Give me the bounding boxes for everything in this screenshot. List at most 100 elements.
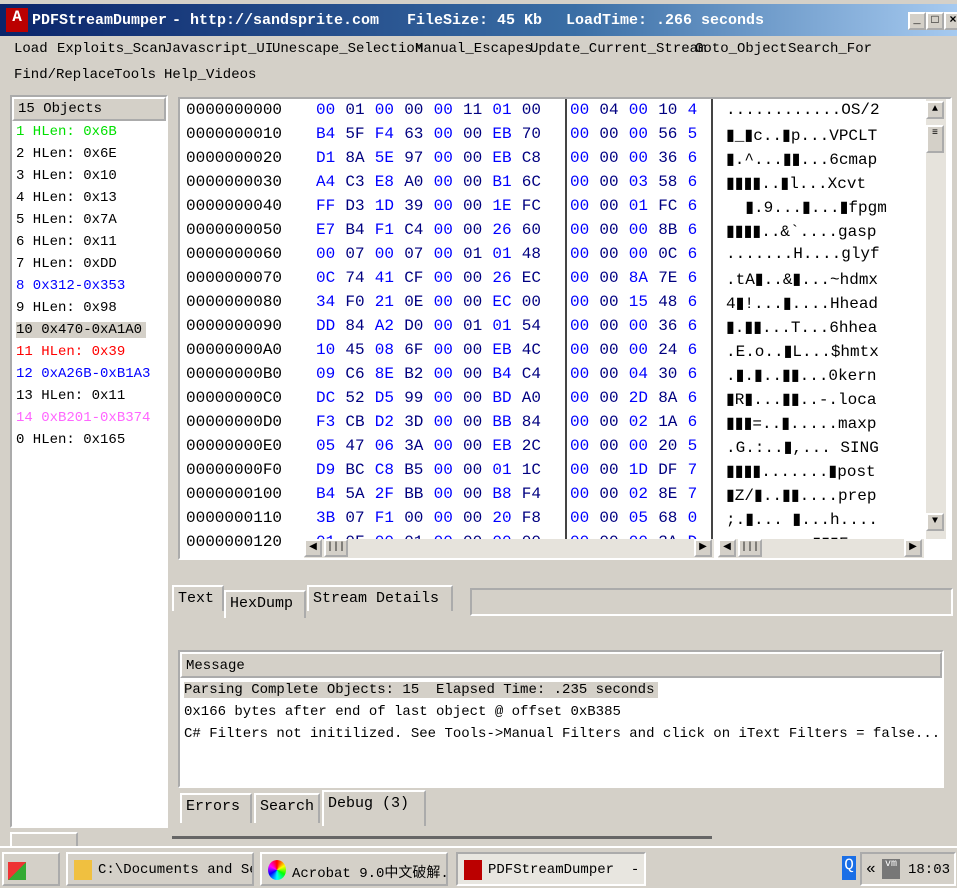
hex-byte[interactable]: 04 — [629, 365, 648, 383]
hex-byte[interactable]: 08 — [375, 341, 394, 359]
hex-byte[interactable]: 99 — [404, 389, 423, 407]
hex-byte[interactable]: 00 — [570, 269, 589, 287]
object-list-item[interactable]: 5 HLen: 0x7A — [16, 212, 117, 228]
hex-byte[interactable]: B4 — [316, 125, 335, 143]
hex-byte[interactable]: 70 — [522, 125, 541, 143]
hex-byte[interactable]: 11 — [463, 101, 482, 119]
hex-byte[interactable]: 00 — [629, 221, 648, 239]
tab-stream-details[interactable]: Stream Details — [307, 585, 453, 611]
hex-byte[interactable]: 8A — [629, 269, 648, 287]
hex-byte[interactable]: 30 — [658, 365, 677, 383]
hex-byte[interactable]: 00 — [434, 461, 453, 479]
hex-byte[interactable]: 00 — [599, 365, 618, 383]
hex-horizontal-scrollbar[interactable]: ◀ ||| ▶ — [304, 539, 714, 558]
hex-byte[interactable]: 00 — [599, 173, 618, 191]
hex-byte[interactable]: 8A — [345, 149, 364, 167]
ascii-text[interactable]: .E.o..▮L...$hmtx — [726, 341, 879, 361]
hex-byte[interactable]: D2 — [375, 413, 394, 431]
menu-unescape-selection[interactable]: Unescape_Selection — [272, 41, 423, 57]
hex-byte[interactable]: 00 — [434, 341, 453, 359]
menu-tools[interactable]: Tools — [114, 67, 156, 83]
hex-byte[interactable]: 56 — [658, 125, 677, 143]
hex-byte[interactable]: 00 — [375, 101, 394, 119]
message-column-header[interactable]: Message — [180, 652, 942, 678]
hex-byte[interactable]: 0E — [404, 293, 423, 311]
object-list[interactable]: 15 Objects 1 HLen: 0x6B 2 HLen: 0x6E 3 HLe… — [10, 95, 168, 828]
hex-byte[interactable]: 00 — [463, 485, 482, 503]
hex-byte[interactable]: C6 — [345, 365, 364, 383]
hex-byte[interactable]: 39 — [404, 197, 423, 215]
hex-byte[interactable]: EB — [492, 149, 511, 167]
hex-byte[interactable]: 36 — [658, 317, 677, 335]
hex-byte[interactable]: 6 — [688, 389, 698, 407]
ascii-text[interactable]: ............OS/2 — [726, 101, 880, 119]
scroll-left-button[interactable]: ◀ — [304, 539, 322, 557]
hex-byte[interactable]: 00 — [463, 269, 482, 287]
hex-byte[interactable]: D5 — [375, 389, 394, 407]
hex-byte[interactable]: 07 — [404, 245, 423, 263]
scroll-right-button[interactable]: ▶ — [904, 539, 922, 557]
hex-byte[interactable]: 48 — [658, 293, 677, 311]
hex-byte[interactable]: 00 — [463, 293, 482, 311]
hex-byte[interactable]: F8 — [522, 509, 541, 527]
hex-byte[interactable]: B4 — [316, 485, 335, 503]
hex-byte[interactable]: 00 — [434, 389, 453, 407]
hex-byte[interactable]: 00 — [463, 341, 482, 359]
hex-byte[interactable]: 5 — [688, 437, 698, 455]
hex-byte[interactable]: 00 — [522, 101, 541, 119]
hex-byte[interactable]: 00 — [570, 293, 589, 311]
hex-byte[interactable]: 3D — [404, 413, 423, 431]
ascii-text[interactable]: ▮.9...▮...▮fpgm — [726, 197, 887, 217]
hex-byte[interactable]: F1 — [375, 221, 394, 239]
hex-byte[interactable]: C8 — [522, 149, 541, 167]
hex-byte[interactable]: 00 — [463, 149, 482, 167]
hex-byte[interactable]: 00 — [570, 221, 589, 239]
hex-byte[interactable]: 00 — [599, 221, 618, 239]
hex-byte[interactable]: EB — [492, 125, 511, 143]
scroll-thumb[interactable]: ||| — [738, 539, 762, 557]
object-list-item[interactable]: 0 HLen: 0x165 — [16, 432, 125, 448]
hex-byte[interactable]: 02 — [629, 413, 648, 431]
hex-byte[interactable]: 05 — [316, 437, 335, 455]
hex-byte[interactable]: FC — [658, 197, 677, 215]
menu-exploits-scan[interactable]: Exploits_Scan — [57, 41, 166, 57]
ascii-text[interactable]: ▮Z/▮..▮▮....prep — [726, 485, 876, 505]
hex-byte[interactable]: 05 — [629, 509, 648, 527]
hex-byte[interactable]: 5 — [688, 125, 698, 143]
hex-byte[interactable]: 00 — [599, 341, 618, 359]
ascii-text[interactable]: ▮.▮▮...T...6hhea — [726, 317, 877, 337]
hex-byte[interactable]: A2 — [375, 317, 394, 335]
hex-byte[interactable]: 07 — [345, 245, 364, 263]
hex-byte[interactable]: D9 — [316, 461, 335, 479]
hex-byte[interactable]: 00 — [570, 365, 589, 383]
hex-byte[interactable]: 01 — [492, 461, 511, 479]
object-list-item[interactable]: 11 HLen: 0x39 — [16, 344, 125, 360]
hex-byte[interactable]: 00 — [570, 461, 589, 479]
hex-byte[interactable]: 20 — [492, 509, 511, 527]
object-list-item[interactable]: 6 HLen: 0x11 — [16, 234, 117, 250]
hex-byte[interactable]: 4C — [522, 341, 541, 359]
hex-byte[interactable]: 48 — [522, 245, 541, 263]
menu-manual-escapes[interactable]: Manual_Escapes — [415, 41, 533, 57]
hex-byte[interactable]: 00 — [599, 389, 618, 407]
hex-byte[interactable]: 97 — [404, 149, 423, 167]
hex-byte[interactable]: 0C — [658, 245, 677, 263]
hex-byte[interactable]: A0 — [522, 389, 541, 407]
scroll-left-button[interactable]: ◀ — [718, 539, 736, 557]
hex-byte[interactable]: 4 — [688, 101, 698, 119]
hex-byte[interactable]: 00 — [434, 509, 453, 527]
hex-byte[interactable]: 21 — [375, 293, 394, 311]
hex-byte[interactable]: DF — [658, 461, 677, 479]
hex-byte[interactable]: DD — [316, 317, 335, 335]
hex-byte[interactable]: 00 — [434, 293, 453, 311]
hex-byte[interactable]: 6 — [688, 293, 698, 311]
hex-byte[interactable]: 1D — [375, 197, 394, 215]
hex-byte[interactable]: 00 — [570, 197, 589, 215]
hex-byte[interactable]: 09 — [316, 365, 335, 383]
hex-byte[interactable]: E7 — [316, 221, 335, 239]
hex-byte[interactable]: 00 — [570, 413, 589, 431]
hex-byte[interactable]: B8 — [492, 485, 511, 503]
hex-byte[interactable]: 00 — [629, 149, 648, 167]
hex-byte[interactable]: BD — [492, 389, 511, 407]
hex-byte[interactable]: 00 — [599, 413, 618, 431]
